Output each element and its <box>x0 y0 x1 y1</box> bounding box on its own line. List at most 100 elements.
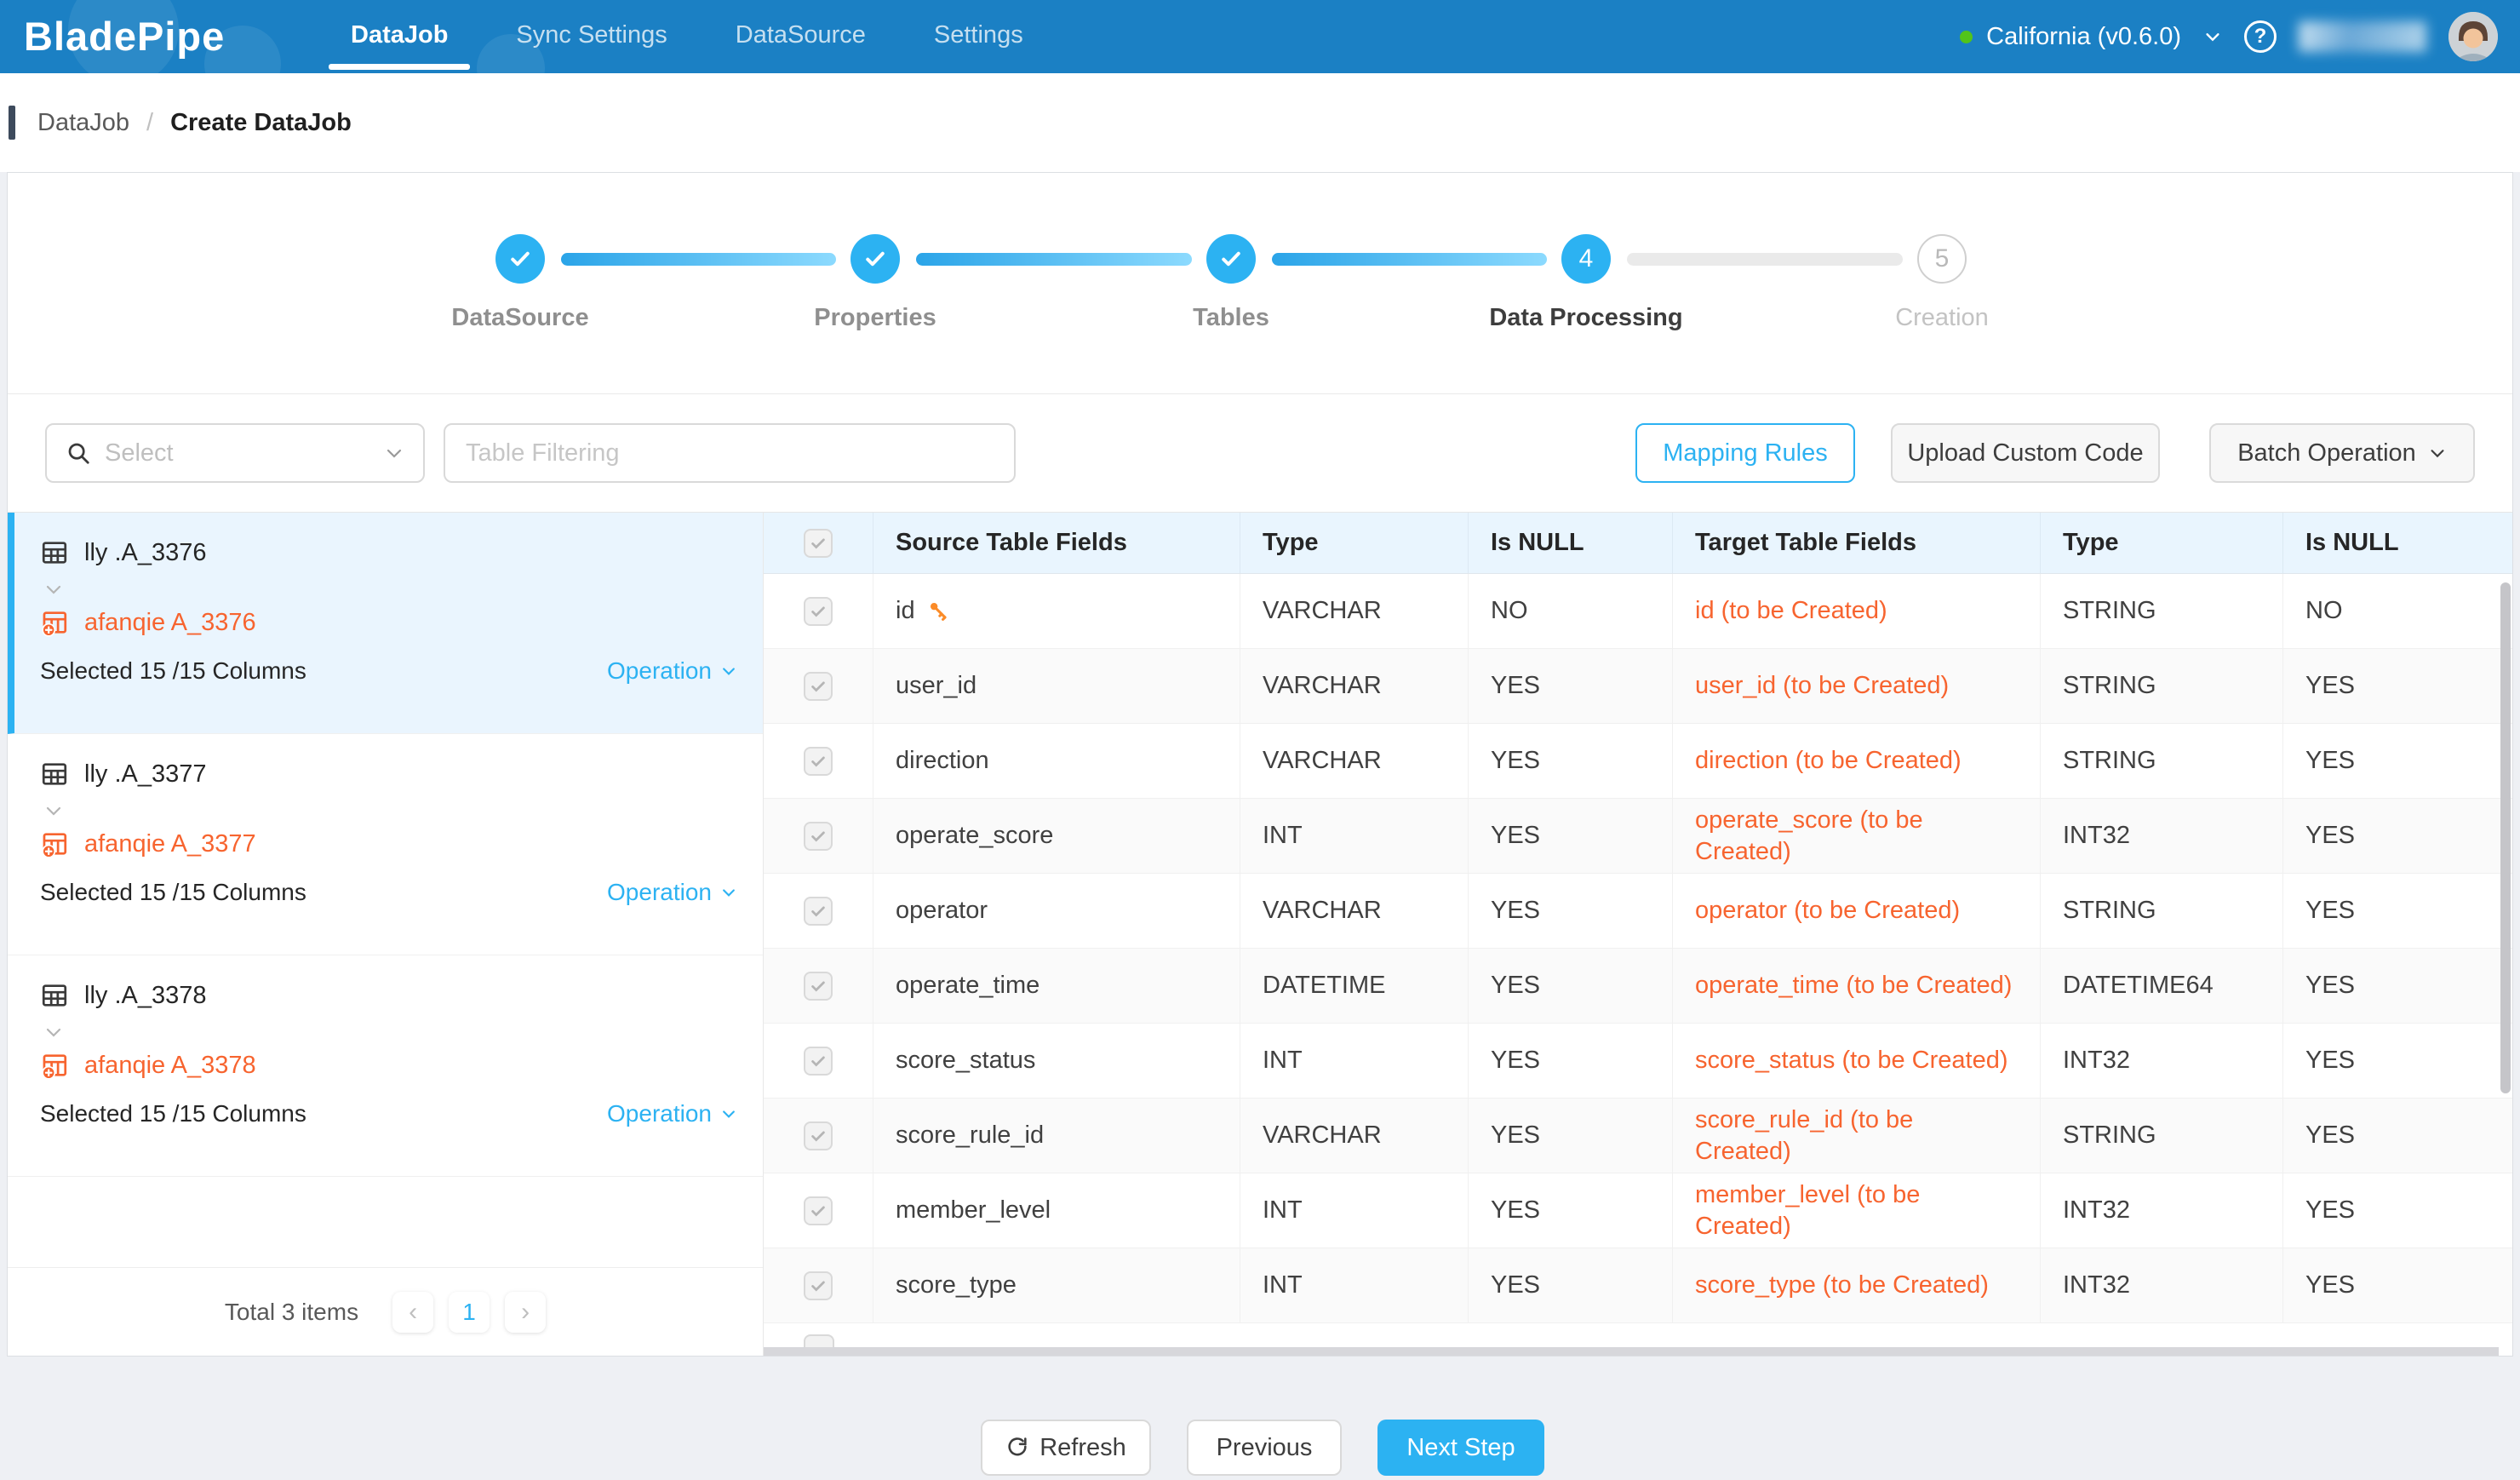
target-isnull-cell: NO <box>2282 574 2512 648</box>
pagination-next-button[interactable]: › <box>505 1292 546 1333</box>
nav-item[interactable]: DataJob <box>317 0 482 73</box>
source-type-cell: INT <box>1240 799 1468 873</box>
target-field-name: operate_time (to be Created) <box>1695 970 2012 1001</box>
source-table-row: lly .A_3377 <box>40 760 737 789</box>
row-checkbox-cell <box>764 1024 873 1098</box>
header-source-isnull: Is NULL <box>1468 513 1672 573</box>
table-row: score_rule_id VARCHAR YES score_rule_id … <box>764 1099 2512 1173</box>
upload-custom-code-button[interactable]: Upload Custom Code <box>1891 423 2160 483</box>
target-field-cell: score_type (to be Created) <box>1672 1248 2040 1322</box>
source-type-cell: VARCHAR <box>1240 649 1468 723</box>
table-select-combobox[interactable]: Select <box>45 423 425 483</box>
table-row: user_id VARCHAR YES user_id (to be Creat… <box>764 649 2512 724</box>
operation-link[interactable]: Operation <box>607 879 737 906</box>
table-row: operator VARCHAR YES operator (to be Cre… <box>764 874 2512 949</box>
row-checkbox[interactable] <box>804 972 833 1001</box>
batch-operation-label: Batch Operation <box>2237 439 2416 468</box>
row-checkbox[interactable] <box>804 1271 833 1300</box>
source-type-cell: VARCHAR <box>1240 574 1468 648</box>
source-field-name: direction <box>896 747 989 775</box>
chevron-down-icon[interactable] <box>43 579 66 599</box>
table-row: score_status INT YES score_status (to be… <box>764 1024 2512 1099</box>
sidebar-table-item[interactable]: lly .A_3376 afanqie A_3376 Selected 15 /… <box>8 513 763 734</box>
target-field-name: operator (to be Created) <box>1695 895 1960 926</box>
nav-item[interactable]: Sync Settings <box>482 0 701 73</box>
target-table-row: afanqie A_3377 <box>40 829 737 858</box>
source-type-cell: INT <box>1240 1248 1468 1322</box>
target-table-name: afanqie A_3378 <box>84 1052 256 1080</box>
previous-button[interactable]: Previous <box>1187 1420 1342 1476</box>
breadcrumb-section[interactable]: DataJob <box>37 109 129 137</box>
refresh-label: Refresh <box>1040 1434 1126 1462</box>
header-target-fields: Target Table Fields <box>1672 513 2040 573</box>
row-checkbox[interactable] <box>804 897 833 926</box>
row-checkbox[interactable] <box>804 822 833 851</box>
nav-item[interactable]: Settings <box>900 0 1057 73</box>
batch-operation-button[interactable]: Batch Operation <box>2209 423 2475 483</box>
row-checkbox-cell <box>764 949 873 1023</box>
sidebar-list: lly .A_3376 afanqie A_3376 Selected 15 /… <box>8 513 763 1177</box>
table-add-icon <box>40 829 69 858</box>
horizontal-scrollbar[interactable] <box>764 1347 2499 1356</box>
sidebar-table-item[interactable]: lly .A_3378 afanqie A_3378 Selected 15 /… <box>8 955 763 1177</box>
target-field-name: score_status (to be Created) <box>1695 1045 2008 1076</box>
row-checkbox[interactable] <box>804 1121 833 1150</box>
source-isnull-cell: YES <box>1468 1099 1672 1173</box>
row-checkbox[interactable] <box>804 1047 833 1076</box>
check-icon <box>507 246 533 272</box>
target-type-cell: STRING <box>2040 724 2282 798</box>
row-checkbox-cell <box>764 649 873 723</box>
row-checkbox[interactable] <box>804 747 833 776</box>
content-area: lly .A_3376 afanqie A_3376 Selected 15 /… <box>8 512 2512 1356</box>
chevron-down-icon[interactable] <box>43 1022 66 1042</box>
vertical-scrollbar-thumb[interactable] <box>2500 582 2511 1093</box>
mapping-rules-button[interactable]: Mapping Rules <box>1635 423 1855 483</box>
target-type-cell: STRING <box>2040 649 2282 723</box>
source-field-cell: score_type <box>873 1248 1240 1322</box>
avatar[interactable] <box>2448 12 2498 61</box>
selected-columns-label: Selected 15 /15 Columns <box>40 1100 306 1127</box>
row-checkbox-cell <box>764 1099 873 1173</box>
username-blurred <box>2299 21 2426 52</box>
operation-link[interactable]: Operation <box>607 657 737 685</box>
row-checkbox[interactable] <box>804 1196 833 1225</box>
target-field-name: user_id (to be Created) <box>1695 670 1949 702</box>
target-field-cell: score_status (to be Created) <box>1672 1024 2040 1098</box>
check-icon <box>1218 246 1244 272</box>
row-checkbox[interactable] <box>804 672 833 701</box>
target-type-cell: STRING <box>2040 1099 2282 1173</box>
target-field-cell: operate_time (to be Created) <box>1672 949 2040 1023</box>
header-target-isnull: Is NULL <box>2282 513 2512 573</box>
table-filtering-input[interactable] <box>444 423 1016 483</box>
stepper-step: 5 Creation <box>1814 234 2070 332</box>
sidebar-table-item[interactable]: lly .A_3377 afanqie A_3377 Selected 15 /… <box>8 734 763 955</box>
source-type-cell: VARCHAR <box>1240 724 1468 798</box>
chevron-down-icon[interactable] <box>43 800 66 821</box>
pagination-page-1[interactable]: 1 <box>449 1292 490 1333</box>
next-step-button[interactable]: Next Step <box>1377 1420 1544 1476</box>
chevron-down-icon[interactable] <box>2203 27 2222 46</box>
target-field-cell: id (to be Created) <box>1672 574 2040 648</box>
step-label: Creation <box>1814 304 2070 332</box>
table-row: operate_score INT YES operate_score (to … <box>764 799 2512 874</box>
operation-link[interactable]: Operation <box>607 1100 737 1127</box>
refresh-button[interactable]: Refresh <box>981 1420 1151 1476</box>
target-type-cell: STRING <box>2040 574 2282 648</box>
help-icon[interactable]: ? <box>2244 20 2277 53</box>
target-isnull-cell: YES <box>2282 1173 2512 1248</box>
nav-item[interactable]: DataSource <box>702 0 900 73</box>
partial-row <box>764 1323 2512 1348</box>
source-isnull-cell: YES <box>1468 874 1672 948</box>
step-circle: 5 <box>1917 234 1967 284</box>
row-checkbox[interactable] <box>804 597 833 626</box>
stepper-step: Tables <box>1103 234 1359 332</box>
step-circle <box>495 234 545 284</box>
source-field-cell: member_level <box>873 1173 1240 1248</box>
target-field-cell: operate_score (to be Created) <box>1672 799 2040 873</box>
header-checkbox[interactable] <box>804 529 833 558</box>
stepper: DataSource Properties Tables 4 Data Proc… <box>8 173 2512 394</box>
row-checkbox-cell <box>764 1173 873 1248</box>
target-field-name: id (to be Created) <box>1695 595 1887 627</box>
pagination-prev-button[interactable]: ‹ <box>392 1292 433 1333</box>
header-checkbox-cell <box>764 513 873 573</box>
